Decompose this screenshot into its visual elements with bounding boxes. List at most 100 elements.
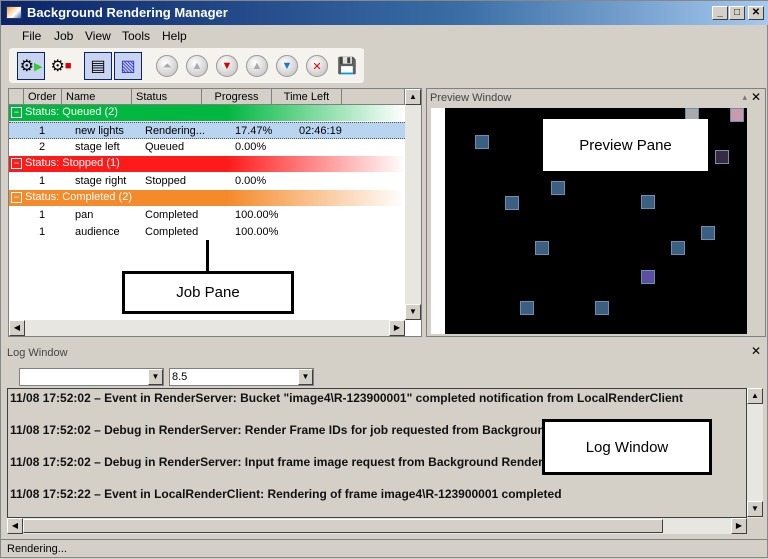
cell: 100.00% (235, 209, 279, 221)
table-row[interactable]: 1 audience Completed 100.00% (9, 224, 405, 241)
menu-help[interactable]: Help (162, 29, 187, 43)
title-bar: Background Rendering Manager _ □ ✕ (1, 1, 768, 25)
render-bucket (701, 226, 715, 240)
cell: Rendering... (145, 125, 205, 137)
menu-tools[interactable]: Tools (122, 29, 150, 43)
header-spacer (9, 89, 24, 105)
table-row[interactable]: 1 new lights Rendering... 17.47% 02:46:19 (9, 122, 405, 139)
job-pane-callout: Job Pane (122, 271, 294, 314)
render-bucket (535, 241, 549, 255)
render-bucket (551, 181, 565, 195)
preview-image: Preview Pane (431, 108, 747, 334)
group-header[interactable]: − Status: Stopped (1) (9, 156, 405, 172)
log-scroll-left[interactable]: ◀ (7, 518, 23, 534)
cell: 1 (39, 209, 46, 221)
log-scroll-thumb[interactable] (23, 519, 663, 533)
cell: pan (75, 209, 94, 221)
chevron-down-icon[interactable]: ▼ (148, 369, 163, 385)
save-image-icon[interactable]: 💾 (333, 52, 361, 80)
collapse-icon[interactable]: − (11, 192, 22, 203)
cell: 1 (39, 175, 46, 187)
table-row[interactable]: 1 pan Completed 100.00% (9, 207, 405, 224)
log-line: 11/08 17:52:02 – Event in RenderServer: … (10, 391, 683, 405)
log-close-icon[interactable]: ✕ (751, 344, 761, 358)
log-vscrollbar[interactable] (747, 388, 763, 518)
cell: Completed (145, 209, 199, 221)
render-bucket (520, 301, 534, 315)
log-level-combo[interactable]: 8.5 ▼ (169, 368, 314, 386)
callout-line (206, 240, 209, 272)
cell: 0.00% (235, 175, 267, 187)
job-hscrollbar[interactable] (9, 320, 405, 336)
menu-bar: File Job View Tools Help (1, 27, 768, 45)
log-scroll-up[interactable]: ▲ (747, 388, 763, 404)
group-header[interactable]: − Status: Completed (2) (9, 190, 405, 206)
menu-job[interactable]: Job (54, 29, 73, 43)
cell: Stopped (145, 175, 186, 187)
cell: 100.00% (235, 226, 279, 238)
log-window-icon[interactable]: ▤ (84, 52, 112, 80)
pin-icon[interactable]: ▴ (742, 92, 747, 103)
menu-view[interactable]: View (85, 29, 111, 43)
collapse-icon[interactable]: − (11, 158, 22, 169)
render-bucket (715, 150, 729, 164)
group-label: Status: Completed (2) (25, 191, 132, 203)
render-bucket (475, 135, 489, 149)
stop-job-icon[interactable]: ▼ (213, 52, 241, 80)
column-time-left[interactable]: Time Left (272, 89, 342, 105)
column-name[interactable]: Name (62, 89, 132, 105)
cell: 1 (39, 125, 46, 137)
move-to-top-icon[interactable]: ⏶ (153, 52, 181, 80)
group-label: Status: Stopped (1) (25, 157, 120, 169)
column-status[interactable]: Status (132, 89, 202, 105)
cell: 17.47% (235, 125, 273, 137)
table-row[interactable]: 2 stage left Queued 0.00% (9, 139, 405, 156)
app-icon (6, 6, 22, 19)
preview-window-icon[interactable]: ▧ (114, 52, 142, 80)
scroll-down-button[interactable]: ▼ (405, 304, 421, 320)
minimize-button[interactable]: _ (712, 6, 728, 20)
chevron-down-icon[interactable]: ▼ (298, 369, 313, 385)
start-rendering-icon[interactable]: ⚙ ▶ (17, 52, 45, 80)
column-order[interactable]: Order (24, 89, 62, 105)
window-title: Background Rendering Manager (27, 5, 228, 20)
status-bar: Rendering... (1, 539, 768, 559)
preview-window: Preview Window ▴ ✕ Preview Pane (426, 88, 766, 337)
render-bucket (671, 241, 685, 255)
scroll-left-button[interactable]: ◀ (9, 320, 25, 336)
group-header[interactable]: − Status: Queued (2) (9, 105, 405, 121)
log-window-callout: Log Window (542, 419, 712, 475)
scroll-right-button[interactable]: ▶ (389, 320, 405, 336)
close-button[interactable]: ✕ (748, 6, 764, 20)
log-text-area[interactable]: 11/08 17:52:02 – Event in RenderServer: … (7, 388, 747, 518)
render-bucket (505, 196, 519, 210)
preview-close-icon[interactable]: ✕ (751, 90, 761, 104)
cell: stage left (75, 141, 120, 153)
menu-file[interactable]: File (22, 29, 41, 43)
cell: 2 (39, 141, 46, 153)
job-pane: Order Name Status Progress Time Left − St… (8, 88, 422, 337)
move-down-icon[interactable]: ▼ (273, 52, 301, 80)
render-bucket (641, 195, 655, 209)
log-filter-combo[interactable]: ▼ (19, 368, 164, 386)
scroll-up-button[interactable]: ▲ (405, 89, 421, 105)
log-level-value: 8.5 (172, 371, 188, 383)
move-up-disabled-icon[interactable]: ▲ (243, 52, 271, 80)
table-row[interactable]: 1 stage right Stopped 0.00% (9, 173, 405, 190)
maximize-button[interactable]: □ (729, 6, 745, 20)
collapse-icon[interactable]: − (11, 107, 22, 118)
header-filler (342, 89, 405, 105)
job-vscrollbar[interactable] (405, 89, 421, 320)
cell: 02:46:19 (299, 125, 342, 137)
move-up-icon[interactable]: ▲ (183, 52, 211, 80)
cell: stage right (75, 175, 127, 187)
cell: new lights (75, 125, 124, 137)
cell: 1 (39, 226, 46, 238)
log-scroll-down[interactable]: ▼ (747, 501, 763, 517)
stop-rendering-icon[interactable]: ⚙ ■ (47, 52, 75, 80)
cell: 0.00% (235, 141, 267, 153)
column-progress[interactable]: Progress (202, 89, 272, 105)
delete-job-icon[interactable]: ✕ (303, 52, 331, 80)
render-bucket (730, 108, 744, 122)
log-scroll-right[interactable]: ▶ (731, 518, 747, 534)
